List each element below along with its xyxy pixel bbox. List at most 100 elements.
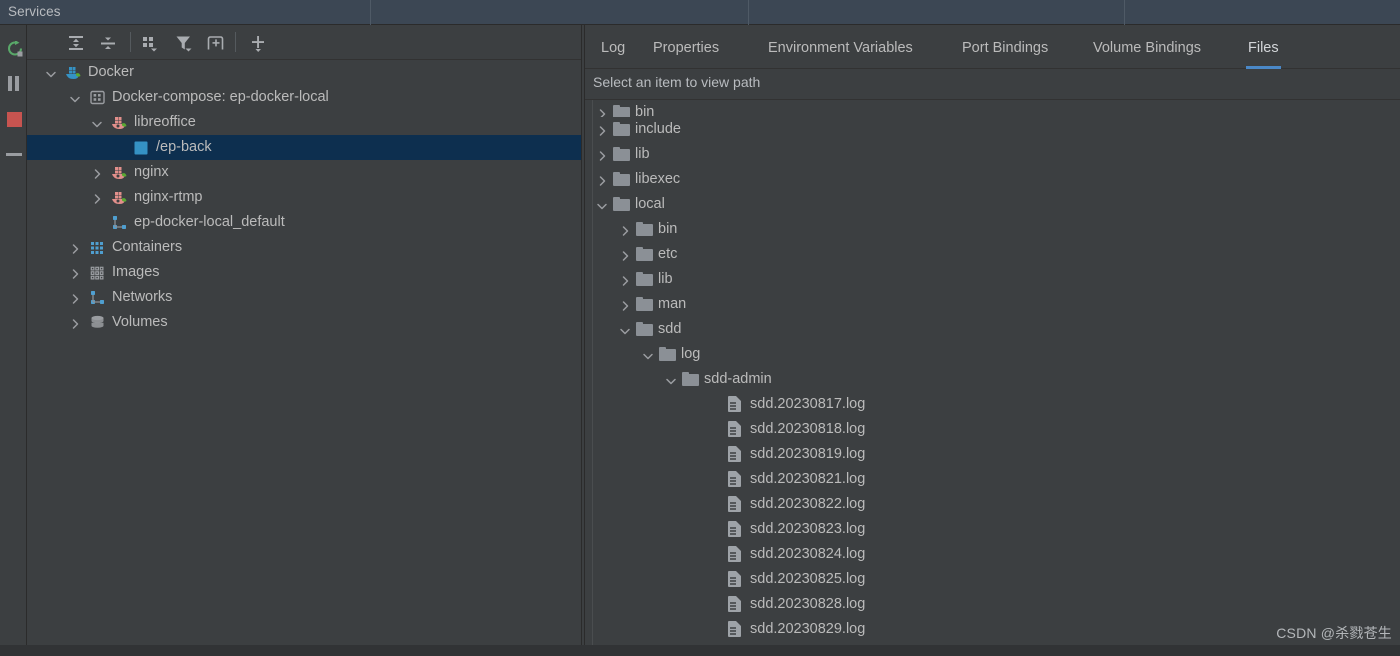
new-tab-button[interactable] xyxy=(205,32,227,54)
file-tree-row[interactable]: sdd.20230828.log xyxy=(593,592,1400,617)
expand-all-icon xyxy=(69,36,83,50)
file-tree-row[interactable]: sdd.20230825.log xyxy=(593,567,1400,592)
log-file-icon xyxy=(728,396,741,412)
chevron-right-icon xyxy=(599,176,606,186)
chevron-down-icon xyxy=(70,96,80,103)
expand-arrow[interactable] xyxy=(67,260,81,285)
file-tree-row[interactable]: sdd.20230817.log xyxy=(593,392,1400,417)
row-icon xyxy=(613,142,631,167)
file-tree-row[interactable]: libexec xyxy=(593,167,1400,192)
file-tree-row-label: local xyxy=(635,196,665,212)
file-tree-row-label: log xyxy=(681,346,701,362)
expand-arrow-placeholder xyxy=(709,417,723,442)
pause-button[interactable] xyxy=(0,69,27,97)
expand-arrow-placeholder xyxy=(709,517,723,542)
chevron-right-icon xyxy=(599,109,606,117)
tab-environment-variables[interactable]: Environment Variables xyxy=(766,25,915,69)
file-tree-row[interactable]: include xyxy=(593,117,1400,142)
file-tree-row-label: sdd.20230822.log xyxy=(750,496,866,512)
expand-arrow[interactable] xyxy=(617,292,631,317)
file-tree-row-label: man xyxy=(658,296,687,312)
service-tree-row[interactable]: nginx xyxy=(27,160,581,185)
tab-files[interactable]: Files xyxy=(1246,25,1281,69)
file-tree-row[interactable]: sdd.20230819.log xyxy=(593,442,1400,467)
file-tree-row[interactable]: man xyxy=(593,292,1400,317)
service-tree-row[interactable]: /ep-back xyxy=(27,135,581,160)
service-tree-row[interactable]: libreoffice xyxy=(27,110,581,135)
expand-arrow[interactable] xyxy=(67,310,81,335)
expand-arrow[interactable] xyxy=(617,267,631,292)
file-tree-row-label: sdd.20230817.log xyxy=(750,396,866,412)
file-tree[interactable]: bin include lib libexec local bin etc lib man sdd… xyxy=(592,100,1400,656)
titlebar-divider xyxy=(1124,0,1125,25)
expand-arrow-placeholder xyxy=(111,135,125,160)
file-tree-row[interactable]: lib xyxy=(593,267,1400,292)
tab-port-bindings[interactable]: Port Bindings xyxy=(960,25,1050,69)
service-tree-row[interactable]: nginx-rtmp xyxy=(27,185,581,210)
file-tree-row[interactable]: sdd.20230823.log xyxy=(593,517,1400,542)
expand-arrow[interactable] xyxy=(67,85,81,110)
tab-volume-bindings[interactable]: Volume Bindings xyxy=(1091,25,1203,69)
expand-arrow[interactable] xyxy=(67,235,81,260)
expand-arrow[interactable] xyxy=(617,217,631,242)
stop-button[interactable] xyxy=(0,105,27,133)
file-tree-row[interactable]: sdd.20230822.log xyxy=(593,492,1400,517)
expand-arrow[interactable] xyxy=(663,367,677,392)
collapse-all-button[interactable] xyxy=(97,32,119,54)
expand-arrow[interactable] xyxy=(594,167,608,192)
expand-arrow[interactable] xyxy=(594,142,608,167)
file-tree-row-label: sdd xyxy=(658,321,682,337)
add-button[interactable] xyxy=(247,32,269,54)
expand-arrow[interactable] xyxy=(617,242,631,267)
rerun-button[interactable] xyxy=(0,35,27,63)
expand-arrow[interactable] xyxy=(594,100,608,117)
remove-button[interactable] xyxy=(0,140,27,168)
file-tree-row[interactable]: local xyxy=(593,192,1400,217)
file-tree-row[interactable]: sdd.20230821.log xyxy=(593,467,1400,492)
folder-icon xyxy=(636,272,653,286)
services-tree[interactable]: Docker Docker-compose: ep-docker-local lib… xyxy=(27,60,581,656)
file-tree-row[interactable]: etc xyxy=(593,242,1400,267)
log-file-icon xyxy=(728,521,741,537)
service-tree-row-label: Containers xyxy=(112,239,183,255)
file-tree-row[interactable]: sdd-admin xyxy=(593,367,1400,392)
expand-arrow[interactable] xyxy=(640,342,654,367)
expand-arrow[interactable] xyxy=(89,185,103,210)
row-icon xyxy=(89,264,106,281)
file-tree-row[interactable]: sdd xyxy=(593,317,1400,342)
file-tree-row[interactable]: sdd.20230818.log xyxy=(593,417,1400,442)
row-icon xyxy=(728,467,746,492)
service-tree-row[interactable]: ep-docker-local_default xyxy=(27,210,581,235)
expand-arrow[interactable] xyxy=(594,192,608,217)
service-tree-row[interactable]: Docker xyxy=(27,60,581,85)
service-tree-row[interactable]: Networks xyxy=(27,285,581,310)
service-tree-row[interactable]: Containers xyxy=(27,235,581,260)
expand-arrow[interactable] xyxy=(67,285,81,310)
watermark: CSDN @杀戮苍生 xyxy=(1276,625,1392,641)
expand-arrow[interactable] xyxy=(89,110,103,135)
row-icon xyxy=(728,442,746,467)
log-file-icon xyxy=(728,571,741,587)
expand-arrow[interactable] xyxy=(43,60,57,85)
services-tool-window: Services Docker Docker-compose: ep-docke… xyxy=(0,0,1400,656)
chevron-right-icon xyxy=(72,294,79,304)
chevron-right-icon xyxy=(72,269,79,279)
service-tree-row[interactable]: Volumes xyxy=(27,310,581,335)
expand-arrow[interactable] xyxy=(89,160,103,185)
expand-all-button[interactable] xyxy=(65,32,87,54)
file-tree-row[interactable]: sdd.20230824.log xyxy=(593,542,1400,567)
tab-properties[interactable]: Properties xyxy=(651,25,721,69)
group-by-button[interactable] xyxy=(139,32,161,54)
filter-button[interactable] xyxy=(173,32,195,54)
file-tree-row[interactable]: bin xyxy=(593,100,1400,117)
file-tree-row[interactable]: lib xyxy=(593,142,1400,167)
tab-log[interactable]: Log xyxy=(599,25,627,69)
expand-arrow[interactable] xyxy=(617,317,631,342)
row-icon xyxy=(636,292,654,317)
service-tree-row[interactable]: Docker-compose: ep-docker-local xyxy=(27,85,581,110)
expand-arrow[interactable] xyxy=(594,117,608,142)
service-tree-row[interactable]: Images xyxy=(27,260,581,285)
file-tree-row[interactable]: log xyxy=(593,342,1400,367)
docker-whale-icon xyxy=(66,67,81,79)
file-tree-row[interactable]: bin xyxy=(593,217,1400,242)
